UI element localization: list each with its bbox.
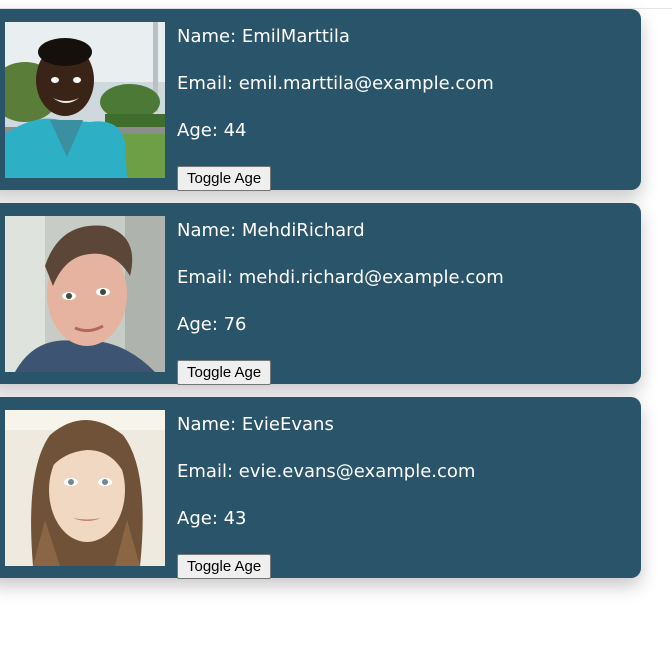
user-photo — [5, 216, 165, 372]
user-photo — [5, 410, 165, 566]
page-top-divider — [0, 0, 672, 9]
user-name: Name: EmilMarttila — [177, 26, 350, 47]
user-name: Name: EvieEvans — [177, 414, 334, 435]
user-email: Email: evie.evans@example.com — [177, 461, 476, 482]
user-name: Name: MehdiRichard — [177, 220, 365, 241]
user-photo — [5, 22, 165, 178]
user-card: Name: EmilMarttila Email: emil.marttila@… — [0, 9, 641, 191]
user-age: Age: 44 — [177, 120, 247, 141]
user-age: Age: 76 — [177, 314, 247, 335]
user-card: Name: EvieEvans Email: evie.evans@exampl… — [0, 397, 641, 579]
toggle-age-button[interactable]: Toggle Age — [177, 554, 272, 579]
user-card: Name: MehdiRichard Email: mehdi.richard@… — [0, 203, 641, 385]
user-email: Email: emil.marttila@example.com — [177, 73, 494, 94]
user-email: Email: mehdi.richard@example.com — [177, 267, 504, 288]
user-age: Age: 43 — [177, 508, 247, 529]
toggle-age-button[interactable]: Toggle Age — [177, 360, 272, 385]
toggle-age-button[interactable]: Toggle Age — [177, 166, 272, 191]
